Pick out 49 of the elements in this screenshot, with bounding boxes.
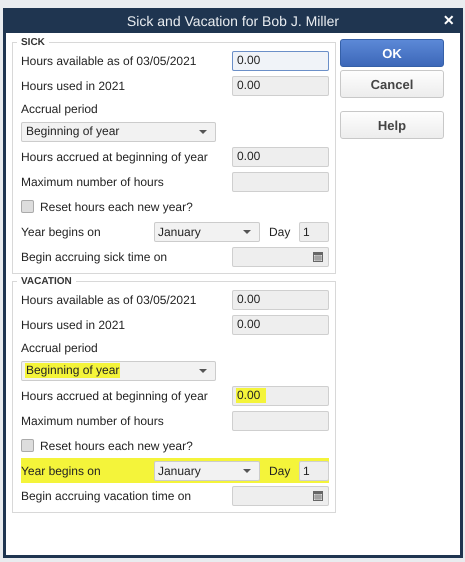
day-field[interactable]: 1 [299, 222, 329, 242]
field-label: Year begins on [21, 464, 102, 478]
field-label: Year begins on [21, 224, 102, 238]
calendar-icon [313, 252, 323, 262]
field-label: Hours used in 2021 [21, 318, 126, 332]
input-field[interactable] [232, 410, 329, 430]
day-label: Day [269, 464, 290, 478]
month-dropdown[interactable]: January [154, 460, 260, 480]
input-field[interactable]: 0.00 [232, 76, 329, 96]
input-field[interactable]: 0.00 [232, 146, 329, 166]
field-label: Begin accruing vacation time on [21, 488, 192, 502]
dropdown[interactable]: Beginning of year [21, 360, 216, 380]
window-title: Sick and Vacation for Bob J. Miller [126, 12, 340, 28]
field-label: Hours used in 2021 [21, 78, 126, 92]
dropdown[interactable]: Beginning of year [21, 122, 216, 142]
caret-icon [243, 468, 251, 472]
caret-icon [199, 130, 207, 134]
field-label: Hours accrued at beginning of year [21, 388, 209, 402]
section-title: SICK [20, 37, 46, 48]
field-label: Accrual period [21, 102, 99, 116]
help-button[interactable]: Help [340, 111, 444, 139]
input-field[interactable]: 0.00 [232, 314, 329, 334]
caret-icon [199, 368, 207, 372]
field-label: Accrual period [21, 340, 99, 354]
ok-button[interactable]: OK [340, 39, 444, 67]
field-label: Maximum number of hours [21, 174, 165, 188]
field-label: Begin accruing sick time on [21, 250, 168, 264]
checkbox[interactable] [21, 200, 34, 213]
input-field[interactable]: 0.00 [232, 290, 329, 310]
checkbox-label: Reset hours each new year? [40, 200, 194, 214]
field-label: Hours accrued at beginning of year [21, 150, 209, 164]
section-title: VACATION [20, 276, 73, 287]
date-field[interactable] [232, 486, 329, 506]
close-button[interactable]: × [441, 11, 456, 29]
input-field[interactable]: 0.00 [232, 386, 329, 406]
calendar-icon [313, 490, 323, 500]
checkbox[interactable] [21, 439, 34, 452]
month-dropdown[interactable]: January [154, 222, 260, 242]
input-field[interactable]: 0.00 [232, 50, 329, 70]
day-label: Day [269, 224, 290, 238]
caret-icon [243, 230, 251, 234]
input-field[interactable] [232, 172, 329, 192]
field-label: Maximum number of hours [21, 414, 165, 428]
cancel-button[interactable]: Cancel [340, 70, 444, 98]
field-label: Hours available as of 03/05/2021 [21, 54, 198, 68]
field-label: Hours available as of 03/05/2021 [21, 292, 198, 306]
date-field[interactable] [232, 246, 329, 266]
day-field[interactable]: 1 [299, 460, 329, 480]
checkbox-label: Reset hours each new year? [40, 438, 194, 452]
